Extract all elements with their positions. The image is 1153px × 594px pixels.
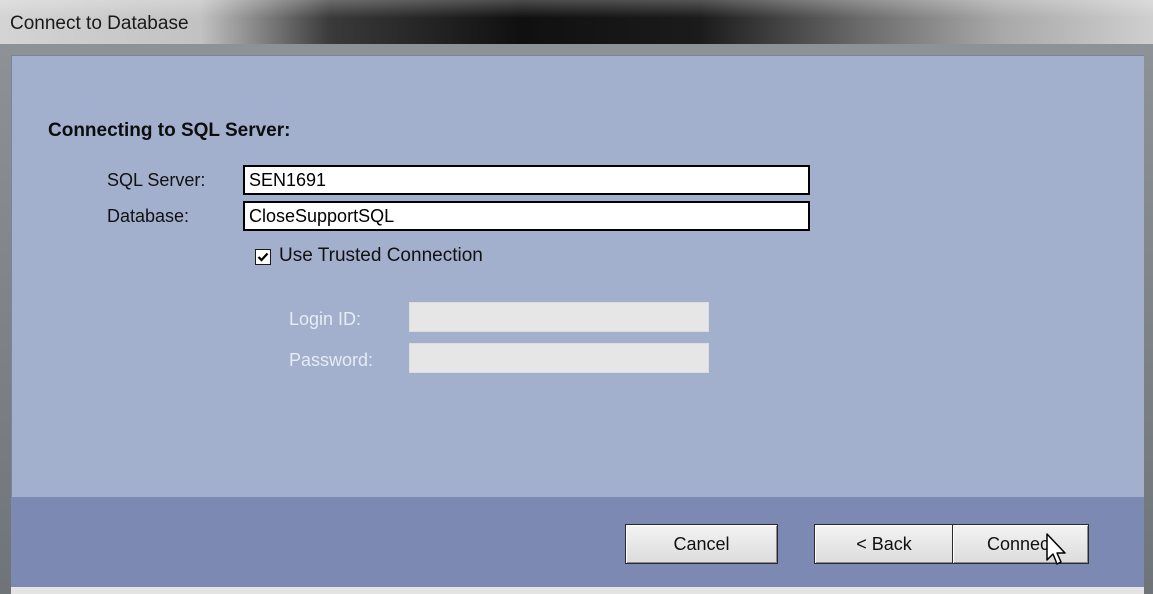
checkmark-icon <box>257 252 269 262</box>
section-heading: Connecting to SQL Server: <box>48 120 291 141</box>
password-input <box>409 343 709 373</box>
trusted-connection-label: Use Trusted Connection <box>279 245 483 266</box>
database-label: Database: <box>107 206 190 226</box>
sql-server-input[interactable] <box>243 165 810 195</box>
connect-button[interactable]: Connect <box>952 524 1089 564</box>
login-id-input <box>409 302 709 332</box>
sql-server-label: SQL Server: <box>107 170 206 190</box>
cancel-button[interactable]: Cancel <box>625 524 778 564</box>
arrow-cursor-icon <box>1046 533 1066 565</box>
password-label: Password: <box>289 350 374 370</box>
bottom-edge <box>11 587 1144 594</box>
back-button[interactable]: < Back <box>814 524 954 564</box>
trusted-connection-checkbox[interactable] <box>255 249 271 265</box>
title-bar[interactable]: Connect to Database <box>0 0 1153 44</box>
database-input[interactable] <box>243 201 810 231</box>
login-id-label: Login ID: <box>289 309 362 329</box>
window-title: Connect to Database <box>10 13 189 34</box>
